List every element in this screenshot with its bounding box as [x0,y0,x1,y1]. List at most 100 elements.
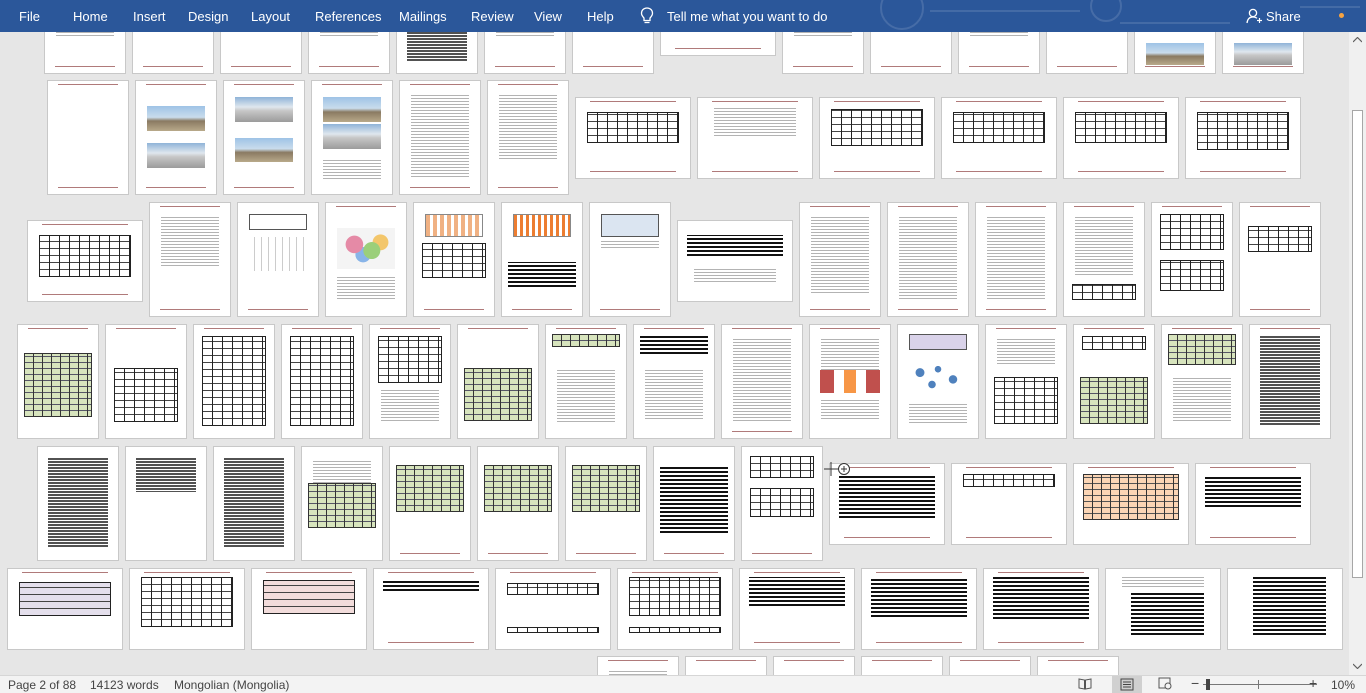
page-thumbnail[interactable] [870,32,952,74]
page-thumbnail[interactable] [47,80,129,195]
page-thumbnail[interactable] [1249,324,1331,439]
page-thumbnail[interactable] [897,324,979,439]
print-layout-button[interactable] [1112,676,1142,693]
page-thumbnail[interactable] [653,446,735,561]
page-thumbnail[interactable] [660,32,776,56]
page-thumbnail[interactable] [1134,32,1216,74]
zoom-slider-track[interactable] [1203,684,1317,685]
page-thumbnail[interactable] [809,324,891,439]
page-thumbnail[interactable] [1161,324,1243,439]
page-thumbnail[interactable] [1239,202,1321,317]
page-thumbnail[interactable] [575,97,691,179]
page-thumbnail[interactable] [633,324,715,439]
page-thumbnail[interactable] [741,446,823,561]
page-thumbnail[interactable] [1105,568,1221,650]
page-thumbnail[interactable] [7,568,123,650]
page-thumbnail[interactable] [697,97,813,179]
tab-mailings[interactable]: Mailings [399,0,447,32]
page-thumbnail[interactable] [37,446,119,561]
page-thumbnail[interactable] [17,324,99,439]
page-thumbnail[interactable] [799,202,881,317]
language-indicator[interactable]: Mongolian (Mongolia) [174,677,289,693]
page-thumbnail[interactable] [545,324,627,439]
tab-file[interactable]: File [19,0,40,32]
page-thumbnail[interactable] [677,220,793,302]
tab-view[interactable]: View [534,0,562,32]
page-thumbnail[interactable] [1195,463,1311,545]
page-thumbnail[interactable] [105,324,187,439]
page-thumbnail[interactable] [477,446,559,561]
page-thumbnail[interactable] [572,32,654,74]
page-thumbnail[interactable] [1063,97,1179,179]
tab-help[interactable]: Help [587,0,614,32]
page-thumbnail[interactable] [1151,202,1233,317]
page-thumbnail[interactable] [193,324,275,439]
page-thumbnail[interactable] [369,324,451,439]
scroll-thumb[interactable] [1352,110,1363,578]
page-thumbnail[interactable] [983,568,1099,650]
tab-review[interactable]: Review [471,0,514,32]
page-thumbnail[interactable] [27,220,143,302]
tab-references[interactable]: References [315,0,381,32]
page-thumbnail[interactable] [1185,97,1301,179]
page-thumbnail[interactable] [223,80,305,195]
page-thumbnail[interactable] [1073,463,1189,545]
scroll-up-button[interactable] [1349,32,1366,49]
page-thumbnail[interactable] [1227,568,1343,650]
page-thumbnail[interactable] [941,97,1057,179]
page-thumbnail[interactable] [861,568,977,650]
page-thumbnail[interactable] [149,202,231,317]
zoom-slider-thumb[interactable] [1206,679,1210,690]
page-thumbnail[interactable] [132,32,214,74]
page-thumbnail[interactable] [308,32,390,74]
page-thumbnail[interactable] [413,202,495,317]
page-thumbnail[interactable] [861,656,943,675]
page-thumbnail[interactable] [597,656,679,675]
tab-design[interactable]: Design [188,0,228,32]
page-thumbnail[interactable] [1073,324,1155,439]
page-thumbnail[interactable] [220,32,302,74]
tab-insert[interactable]: Insert [133,0,166,32]
zoom-level[interactable]: 10% [1331,677,1355,693]
zoom-out-button[interactable]: − [1191,675,1199,691]
page-thumbnail[interactable] [373,568,489,650]
page-thumbnail[interactable] [985,324,1067,439]
page-thumbnail[interactable] [685,656,767,675]
page-thumbnail[interactable] [721,324,803,439]
page-thumbnail[interactable] [487,80,569,195]
page-thumbnail[interactable] [1063,202,1145,317]
page-thumbnail[interactable] [311,80,393,195]
page-thumbnail[interactable] [501,202,583,317]
page-thumbnail[interactable] [125,446,207,561]
zoom-in-button[interactable]: + [1309,675,1317,691]
page-thumbnail[interactable] [949,656,1031,675]
page-thumbnail[interactable] [457,324,539,439]
page-thumbnail[interactable] [495,568,611,650]
page-thumbnail[interactable] [1046,32,1128,74]
page-thumbnail[interactable] [617,568,733,650]
tab-layout[interactable]: Layout [251,0,290,32]
page-thumbnail[interactable] [325,202,407,317]
page-thumbnail[interactable] [819,97,935,179]
page-thumbnail[interactable] [281,324,363,439]
page-thumbnail[interactable] [237,202,319,317]
vertical-scrollbar[interactable] [1349,32,1366,675]
page-thumbnail[interactable] [44,32,126,74]
page-thumbnail[interactable] [782,32,864,74]
page-thumbnail[interactable] [389,446,471,561]
page-thumbnail[interactable] [1037,656,1119,675]
page-thumbnail[interactable] [773,656,855,675]
web-layout-icon[interactable] [1158,677,1172,690]
page-thumbnail[interactable] [565,446,647,561]
page-thumbnail[interactable] [251,568,367,650]
page-thumbnail[interactable] [213,446,295,561]
scroll-down-button[interactable] [1349,658,1366,675]
page-thumbnail[interactable] [484,32,566,74]
page-thumbnail[interactable] [975,202,1057,317]
page-count[interactable]: Page 2 of 88 [8,677,76,693]
page-thumbnail[interactable] [135,80,217,195]
page-thumbnail[interactable] [1222,32,1304,74]
page-thumbnail[interactable] [739,568,855,650]
page-thumbnail[interactable] [129,568,245,650]
page-thumbnail[interactable] [399,80,481,195]
